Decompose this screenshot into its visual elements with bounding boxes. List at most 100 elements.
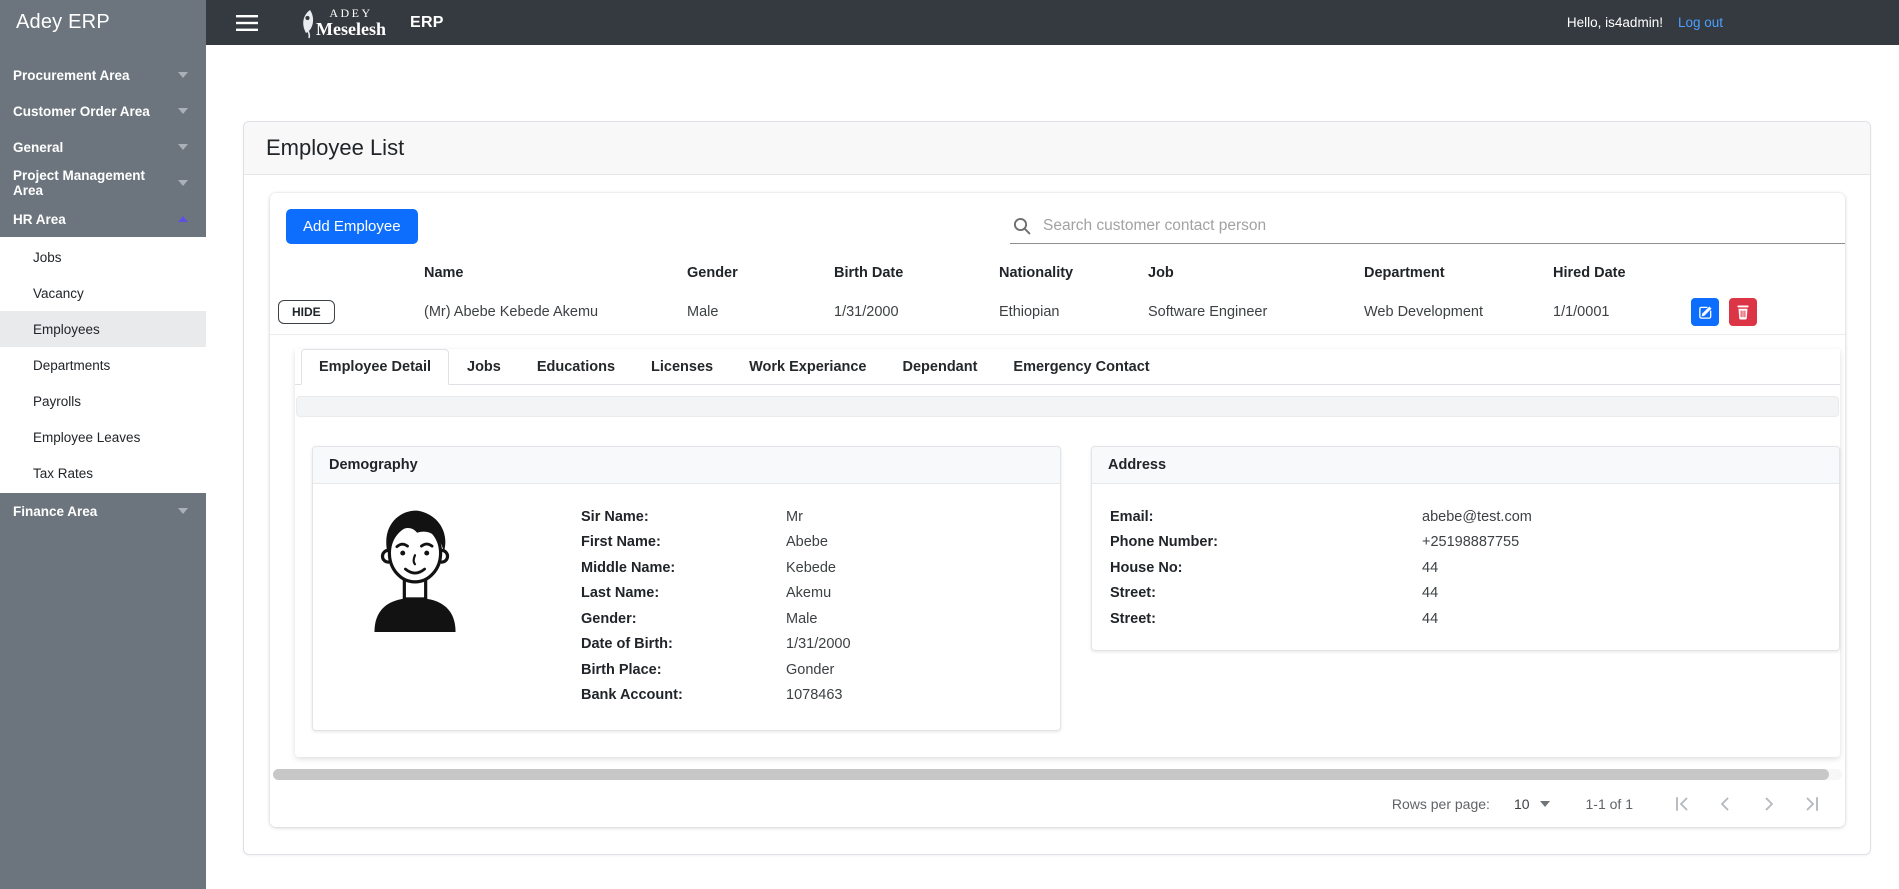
table-row: HIDE (Mr) Abebe Kebede Akemu Male 1/31/2… xyxy=(270,290,1847,335)
card-header: Employee List xyxy=(244,122,1870,175)
address-card-body: Email: abebe@test.com Phone Number: +251… xyxy=(1092,484,1839,650)
search-box xyxy=(1010,216,1845,244)
cell-hired-date: 1/1/0001 xyxy=(1537,290,1675,335)
column-header-name: Name xyxy=(424,265,464,281)
page-title: Employee List xyxy=(266,135,405,160)
rows-per-page-select[interactable]: 10 xyxy=(1514,796,1550,812)
brand-name-top: ADEY xyxy=(329,5,373,20)
logout-link[interactable]: Log out xyxy=(1678,15,1723,30)
demography-card-body: Sir Name: Mr First Name: Abebe Middle Na… xyxy=(313,484,1060,730)
sidebar-item-general[interactable]: General xyxy=(0,129,206,165)
chevron-down-icon xyxy=(178,508,188,514)
demography-card: Demography Sir Name: Mr First Name: Abeb… xyxy=(312,446,1061,731)
field-email: Email: abebe@test.com xyxy=(1110,508,1532,525)
search-input[interactable] xyxy=(1041,216,1843,236)
next-page-button[interactable] xyxy=(1747,788,1791,820)
last-page-button[interactable] xyxy=(1791,788,1835,820)
card-body: Add Employee Search customer contact per… xyxy=(244,175,1870,854)
cell-nationality: Ethiopian xyxy=(983,290,1132,335)
app-name: ERP xyxy=(409,13,444,31)
hamburger-menu-icon[interactable] xyxy=(236,14,258,32)
detail-tabs: Employee Detail Jobs Educations Licenses… xyxy=(295,349,1840,385)
sidebar-item-jobs[interactable]: Jobs xyxy=(0,239,206,275)
field-middle-name: Middle Name: Kebede xyxy=(581,559,836,576)
chevron-left-icon xyxy=(1721,797,1729,810)
add-employee-button[interactable]: Add Employee xyxy=(286,209,418,244)
caret-down-icon xyxy=(1539,800,1550,807)
column-header-expand xyxy=(270,256,408,290)
sidebar-app-title: Adey ERP xyxy=(16,11,110,33)
edit-employee-button[interactable] xyxy=(1691,298,1719,326)
field-phone-number: Phone Number: +25198887755 xyxy=(1110,534,1520,551)
cell-actions xyxy=(1675,290,1847,335)
column-header-actions xyxy=(1675,256,1847,290)
sidebar-item-finance-area[interactable]: Finance Area xyxy=(0,493,206,529)
field-bank-account: Bank Account: 1078463 xyxy=(581,687,843,704)
cell-expand: HIDE xyxy=(270,290,408,335)
sidebar-item-project-management-area[interactable]: Project Management Area xyxy=(0,165,206,201)
tab-educations[interactable]: Educations xyxy=(519,349,633,385)
address-card-title: Address xyxy=(1092,447,1839,484)
horizontal-scrollbar-thumb[interactable] xyxy=(273,769,1830,780)
cell-birth-date: 1/31/2000 xyxy=(818,290,983,335)
column-header-hired-date: Hired Date xyxy=(1553,265,1626,281)
previous-page-button[interactable] xyxy=(1703,788,1747,820)
field-sir-name: Sir Name: Mr xyxy=(581,508,803,525)
first-page-icon xyxy=(1676,796,1688,811)
sidebar-item-tax-rates[interactable]: Tax Rates xyxy=(0,455,206,491)
sidebar-item-hr-area[interactable]: HR Area xyxy=(0,201,206,237)
chevron-down-icon xyxy=(178,180,188,186)
table-paper: Add Employee Search customer contact per… xyxy=(270,193,1847,827)
tab-employee-detail[interactable]: Employee Detail xyxy=(301,349,450,385)
pagination-range: 1-1 of 1 xyxy=(1585,795,1633,812)
field-last-name: Last Name: Akemu xyxy=(581,585,832,602)
column-header-nationality: Nationality xyxy=(999,265,1074,281)
sidebar-item-label: Project Management Area xyxy=(13,168,146,198)
sidebar-item-label: Customer Order Area xyxy=(13,103,150,119)
table-toolbar: Add Employee xyxy=(270,193,1845,244)
sidebar-item-employee-leaves[interactable]: Employee Leaves xyxy=(0,419,206,455)
hr-submenu: Jobs Vacancy Employees Departments Payro… xyxy=(0,237,206,493)
employee-table: Name Gender Birth Date Nationality Job D… xyxy=(270,256,1847,335)
field-street-2: Street: 44 xyxy=(1110,610,1439,627)
tab-jobs[interactable]: Jobs xyxy=(449,349,519,385)
cell-department: Web Development xyxy=(1348,290,1537,335)
pagination-bar: Rows per page: 10 1-1 of 1 xyxy=(270,780,1845,827)
sidebar-item-departments[interactable]: Departments xyxy=(0,347,206,383)
chevron-down-icon xyxy=(178,72,188,78)
field-street-1: Street: 44 xyxy=(1110,585,1439,602)
horizontal-scrollbar-track xyxy=(273,769,1842,780)
sidebar-item-customer-order-area[interactable]: Customer Order Area xyxy=(0,93,206,129)
tab-dependant[interactable]: Dependant xyxy=(885,349,996,385)
avatar-box xyxy=(329,502,581,708)
column-header-gender: Gender xyxy=(687,265,738,281)
last-page-icon xyxy=(1806,796,1818,811)
sidebar-item-label: Procurement Area xyxy=(13,67,130,83)
first-page-button[interactable] xyxy=(1659,788,1703,820)
tab-licenses[interactable]: Licenses xyxy=(633,349,731,385)
detail-cards-row: Demography Sir Name: Mr First Name: Abeb… xyxy=(295,417,1840,737)
sidebar-item-procurement-area[interactable]: Procurement Area xyxy=(0,57,206,93)
rows-per-page-label: Rows per page: xyxy=(1391,795,1490,812)
sidebar-item-vacancy[interactable]: Vacancy xyxy=(0,275,206,311)
delete-employee-button[interactable] xyxy=(1729,298,1758,326)
sidebar: Adey ERP Procurement Area Customer Order… xyxy=(0,0,206,889)
tab-work-experiance[interactable]: Work Experiance xyxy=(731,349,884,385)
hide-details-button[interactable]: HIDE xyxy=(278,300,335,324)
employee-list-card: Employee List Add Employee Search custom… xyxy=(243,121,1871,855)
field-birth-place: Birth Place: Gonder xyxy=(581,661,835,678)
chevron-right-icon xyxy=(1765,797,1773,810)
cell-gender: Male xyxy=(671,290,818,335)
column-header-department: Department xyxy=(1364,265,1445,281)
sidebar-item-payrolls[interactable]: Payrolls xyxy=(0,383,206,419)
app-screen: Adey ERP Procurement Area Customer Order… xyxy=(0,0,1899,889)
avatar xyxy=(374,510,456,632)
brand-logo: ADEY Meselesh xyxy=(298,7,386,39)
chevron-up-icon xyxy=(178,216,188,222)
brand-text: ADEY Meselesh xyxy=(316,7,386,38)
table-header-row: Name Gender Birth Date Nationality Job D… xyxy=(270,256,1847,290)
tab-emergency-contact[interactable]: Emergency Contact xyxy=(995,349,1167,385)
sidebar-item-employees[interactable]: Employees xyxy=(0,311,206,347)
cell-name: (Mr) Abebe Kebede Akemu xyxy=(408,290,671,335)
chevron-down-icon xyxy=(178,144,188,150)
